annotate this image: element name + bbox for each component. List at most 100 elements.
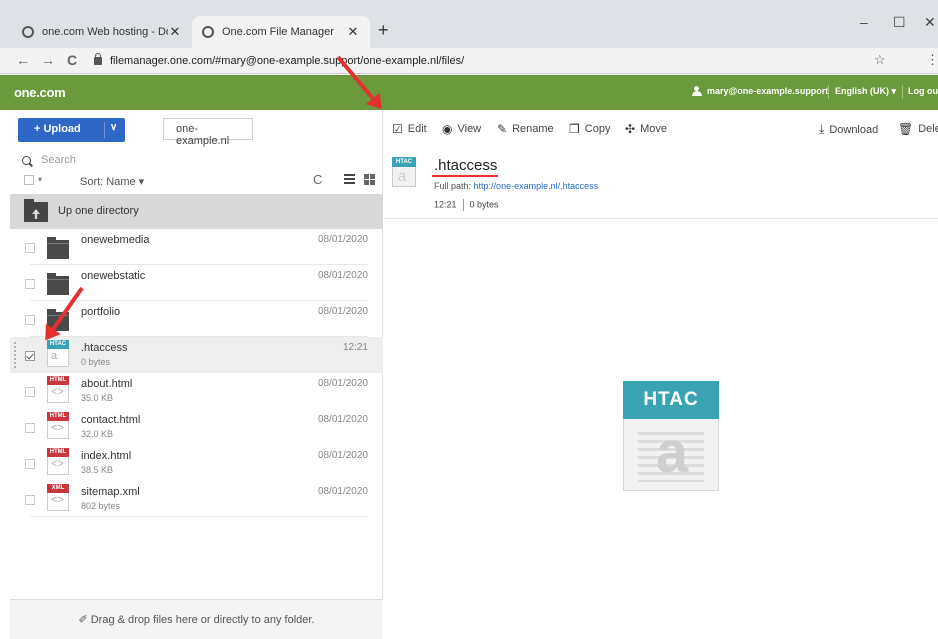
- bookmark-star-icon[interactable]: ☆: [874, 52, 886, 68]
- browser-tab-bar: one.com Web hosting - Domai ✕ One.com Fi…: [0, 0, 938, 48]
- rename-label: Rename: [512, 123, 554, 135]
- item-size: 802 bytes: [81, 501, 121, 511]
- item-date: 08/01/2020: [317, 414, 368, 425]
- back-button[interactable]: ←: [16, 52, 30, 68]
- reload-button[interactable]: C: [67, 52, 77, 68]
- search-placeholder: Search: [41, 154, 76, 166]
- list-item[interactable]: HTML <> index.html 38.5 KB 08/01/2020: [10, 445, 383, 481]
- edit-button[interactable]: ☑ Edit: [392, 122, 427, 136]
- sort-dropdown[interactable]: Sort: Name ▾: [80, 175, 144, 188]
- item-date: 08/01/2020: [317, 450, 368, 461]
- forward-button[interactable]: →: [41, 52, 55, 68]
- file-type-badge: HTML: [47, 412, 69, 421]
- new-tab-button[interactable]: +: [378, 20, 389, 41]
- edit-label: Edit: [407, 123, 427, 135]
- file-glyph: <>: [51, 422, 64, 434]
- search-input[interactable]: Search: [22, 154, 102, 166]
- file-type-badge: HTML: [47, 376, 69, 385]
- html-file-icon: HTML <>: [47, 448, 69, 475]
- delete-button[interactable]: 🗑 Delete: [898, 122, 938, 136]
- address-bar: ← → C filemanager.one.com/#mary@one-exam…: [0, 48, 938, 74]
- maximize-button[interactable]: ☐: [893, 14, 906, 31]
- item-date: 08/01/2020: [317, 270, 368, 281]
- download-button[interactable]: ⤓ Download: [819, 122, 878, 137]
- full-path-link[interactable]: http://one-example.nl/.htaccess: [474, 181, 599, 191]
- close-tab-icon[interactable]: ✕: [168, 24, 182, 40]
- row-checkbox[interactable]: [25, 315, 35, 325]
- full-path: Full path: http://one-example.nl/.htacce…: [434, 181, 598, 191]
- list-item[interactable]: HTML <> about.html 35.0 KB 08/01/2020: [10, 373, 383, 409]
- refresh-icon[interactable]: C: [313, 172, 322, 187]
- download-icon: ⤓: [819, 122, 825, 136]
- item-name: about.html: [81, 378, 133, 390]
- item-name: onewebmedia: [81, 234, 150, 246]
- app-header: one.com mary@one-example.support English…: [0, 75, 938, 110]
- delete-label: Delete: [918, 123, 938, 135]
- list-item[interactable]: XML <> sitemap.xml 802 bytes 08/01/2020: [10, 481, 383, 517]
- trash-icon: 🗑: [898, 122, 914, 136]
- onecom-logo[interactable]: one.com: [14, 85, 66, 100]
- file-glyph: a: [51, 350, 58, 362]
- user-menu[interactable]: mary@one-example.support: [692, 86, 828, 96]
- browser-tab-webhosting[interactable]: one.com Web hosting - Domai ✕: [12, 16, 192, 48]
- list-item[interactable]: onewebstatic 08/01/2020: [10, 265, 383, 301]
- htac-preview-icon: HTAC a: [623, 381, 719, 491]
- xml-file-icon: XML <>: [47, 484, 69, 511]
- drop-zone[interactable]: ✐ Drag & drop files here or directly to …: [10, 599, 383, 639]
- onecom-favicon-icon: [202, 26, 214, 38]
- move-button[interactable]: ✣ Move: [625, 122, 667, 136]
- grid-view-icon[interactable]: [364, 174, 375, 185]
- pencil-icon: ✎: [497, 122, 508, 136]
- site-selector[interactable]: one-example.nl: [163, 118, 253, 147]
- up-one-directory[interactable]: Up one directory: [10, 194, 383, 229]
- view-label: View: [457, 123, 482, 135]
- language-selector[interactable]: English (UK) ▾: [835, 86, 896, 97]
- row-checkbox[interactable]: [25, 423, 35, 433]
- file-type-badge: XML: [47, 484, 69, 493]
- row-checkbox[interactable]: [25, 243, 35, 253]
- row-checkbox[interactable]: [25, 459, 35, 469]
- row-checkbox[interactable]: [25, 279, 35, 289]
- item-name: .htaccess: [81, 342, 128, 354]
- drag-handle-icon[interactable]: [13, 341, 17, 369]
- browser-tab-file-manager[interactable]: One.com File Manager ✕: [192, 16, 370, 48]
- row-checkbox[interactable]: [25, 387, 35, 397]
- search-icon: [22, 155, 31, 165]
- tab-title: one.com Web hosting - Domai: [42, 26, 168, 38]
- view-button[interactable]: ◉ View: [442, 122, 481, 136]
- rename-button[interactable]: ✎ Rename: [497, 122, 554, 136]
- upload-button[interactable]: + Upload ∨: [18, 118, 125, 142]
- copy-button[interactable]: ❐ Copy: [569, 122, 610, 136]
- url-text: filemanager.one.com/#mary@one-example.su…: [110, 54, 465, 67]
- select-all-checkbox[interactable]: [24, 175, 34, 185]
- list-item[interactable]: HTML <> contact.html 32.0 KB 08/01/2020: [10, 409, 383, 445]
- edit-icon: ☑: [392, 122, 403, 136]
- item-date: 08/01/2020: [317, 378, 368, 389]
- minimize-button[interactable]: –: [860, 14, 868, 30]
- close-window-button[interactable]: ✕: [924, 14, 936, 31]
- browser-menu-icon[interactable]: ⋮: [926, 52, 938, 68]
- close-tab-icon[interactable]: ✕: [346, 24, 360, 40]
- upload-dropdown-icon[interactable]: ∨: [110, 122, 117, 133]
- folder-icon: [47, 273, 69, 295]
- logout-link[interactable]: Log out: [908, 86, 938, 96]
- list-item-selected[interactable]: HTAC a .htaccess 0 bytes 12:21: [10, 337, 383, 373]
- file-list-pane: + Upload ∨ one-example.nl Search ▾ Sort:…: [0, 110, 383, 639]
- copy-icon: ❐: [569, 122, 580, 136]
- html-file-icon: HTML <>: [47, 376, 69, 403]
- item-size: 35.0 KB: [81, 393, 114, 403]
- folder-up-icon: [24, 199, 48, 222]
- select-options-icon[interactable]: ▾: [38, 175, 42, 184]
- annotation-underline: [432, 175, 498, 177]
- item-size: 32.0 KB: [81, 429, 114, 439]
- url-field[interactable]: filemanager.one.com/#mary@one-example.su…: [94, 51, 894, 70]
- row-checkbox[interactable]: [25, 495, 35, 505]
- file-glyph: <>: [51, 494, 64, 506]
- item-date: 08/01/2020: [317, 306, 368, 317]
- row-checkbox[interactable]: [25, 351, 35, 361]
- tab-title: One.com File Manager: [222, 26, 334, 38]
- list-view-icon[interactable]: [344, 174, 355, 184]
- list-item[interactable]: onewebmedia 08/01/2020: [10, 229, 383, 265]
- item-date: 12:21: [342, 342, 368, 353]
- preview-glyph: a: [655, 420, 689, 485]
